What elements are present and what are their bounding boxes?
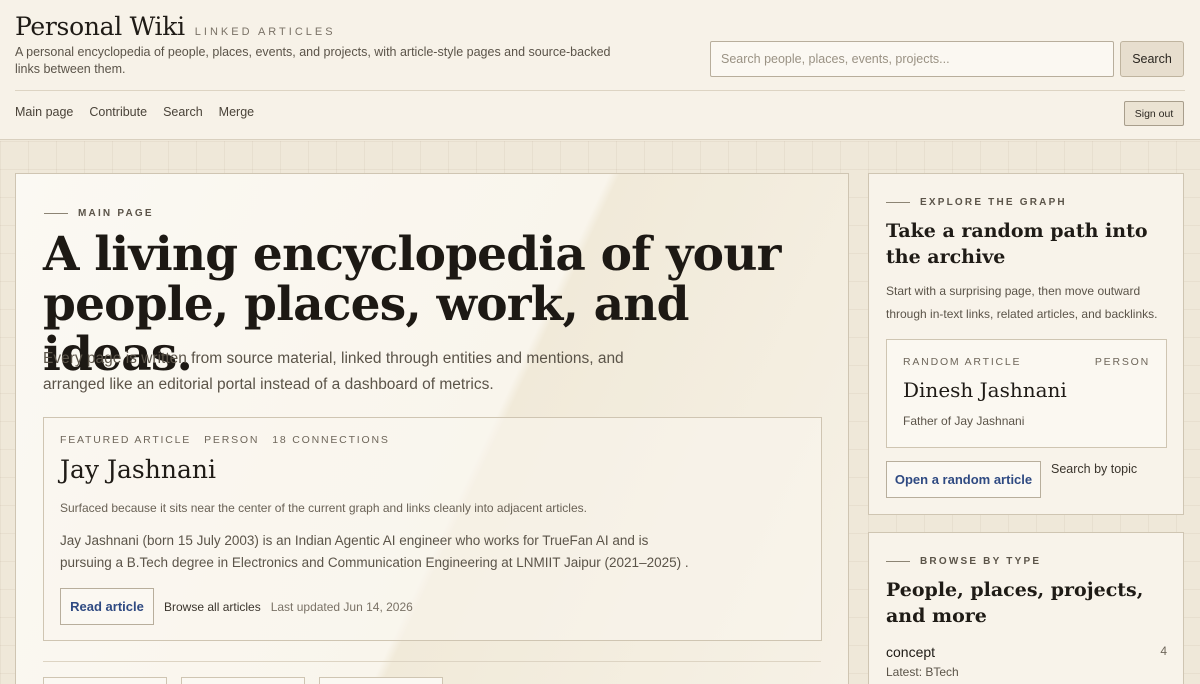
kicker-rule — [886, 202, 910, 203]
hero-divider — [43, 661, 821, 662]
featured-article-card: Featured article Person 18 connections J… — [43, 417, 822, 641]
article-card[interactable] — [43, 677, 167, 684]
brand: Personal Wiki Linked articles — [15, 12, 336, 41]
site-tagline: Linked articles — [194, 26, 336, 38]
hero-kicker-label: Main page — [78, 208, 154, 219]
featured-label: Featured article — [60, 434, 192, 446]
featured-summary: Jay Jashnani (born 15 July 2003) is an I… — [60, 533, 689, 570]
random-card-description: Father of Jay Jashnani — [903, 414, 1025, 428]
featured-name[interactable]: Jay Jashnani — [60, 455, 216, 484]
explore-panel: Explore the graph Take a random path int… — [868, 173, 1184, 515]
random-card-label: Random article — [903, 356, 1022, 368]
featured-meta: Featured article Person 18 connections — [60, 434, 390, 446]
hero-subtitle: Every page is written from source materi… — [43, 350, 624, 393]
featured-connections: 18 connections — [272, 434, 390, 446]
explore-kicker: Explore the graph — [886, 197, 1067, 208]
browse-all-articles-link[interactable]: Browse all articles — [164, 600, 261, 614]
browse-type-row[interactable]: concept 4 Latest: BTech — [886, 644, 1167, 679]
nav-item-main-page[interactable]: Main page — [15, 105, 73, 119]
kicker-rule — [44, 213, 68, 214]
random-article-card[interactable]: Random article Person Dinesh Jashnani Fa… — [886, 339, 1167, 448]
nav-item-contribute[interactable]: Contribute — [89, 105, 147, 119]
browse-type-latest: Latest: BTech — [886, 665, 959, 679]
search-input[interactable] — [710, 41, 1114, 77]
site-header: Personal Wiki Linked articles A personal… — [0, 0, 1200, 140]
kicker-rule — [886, 561, 910, 562]
read-article-button[interactable]: Read article — [60, 588, 154, 625]
open-random-article-button[interactable]: Open a random article — [886, 461, 1041, 498]
explore-kicker-label: Explore the graph — [920, 197, 1067, 208]
article-card[interactable] — [319, 677, 443, 684]
random-card-name[interactable]: Dinesh Jashnani — [903, 378, 1067, 402]
explore-description: Start with a surprising page, then move … — [886, 284, 1158, 321]
browse-title: People, places, projects, and more — [886, 579, 1144, 627]
main-nav: Main page Contribute Search Merge — [15, 105, 254, 119]
hero-kicker: Main page — [44, 208, 154, 219]
nav-item-merge[interactable]: Merge — [219, 105, 254, 119]
sign-out-button[interactable]: Sign out — [1124, 101, 1184, 126]
nav-item-search[interactable]: Search — [163, 105, 203, 119]
search-by-topic-link[interactable]: Search by topic — [1051, 462, 1137, 476]
random-card-type: Person — [1094, 356, 1150, 368]
header-divider — [15, 90, 1185, 91]
featured-reason: Surfaced because it sits near the center… — [60, 501, 587, 515]
browse-type-label: concept — [886, 644, 936, 660]
hero-panel: Main page A living encyclopedia of your … — [15, 173, 849, 684]
search-button[interactable]: Search — [1120, 41, 1184, 77]
browse-kicker: Browse by type — [886, 556, 1041, 567]
random-card-meta: Random article Person — [903, 356, 1150, 368]
explore-title: Take a random path into the archive — [886, 220, 1148, 268]
featured-actions: Read article Browse all articles Last up… — [60, 588, 413, 625]
last-updated: Last updated Jun 14, 2026 — [270, 599, 413, 614]
featured-type: Person — [204, 434, 260, 446]
browse-panel: Browse by type People, places, projects,… — [868, 532, 1184, 684]
article-cards-row — [43, 677, 443, 684]
article-card[interactable] — [181, 677, 305, 684]
browse-type-count: 4 — [1160, 644, 1167, 658]
site-title[interactable]: Personal Wiki — [15, 12, 185, 41]
site-description: A personal encyclopedia of people, place… — [15, 45, 611, 76]
browse-kicker-label: Browse by type — [920, 556, 1042, 567]
